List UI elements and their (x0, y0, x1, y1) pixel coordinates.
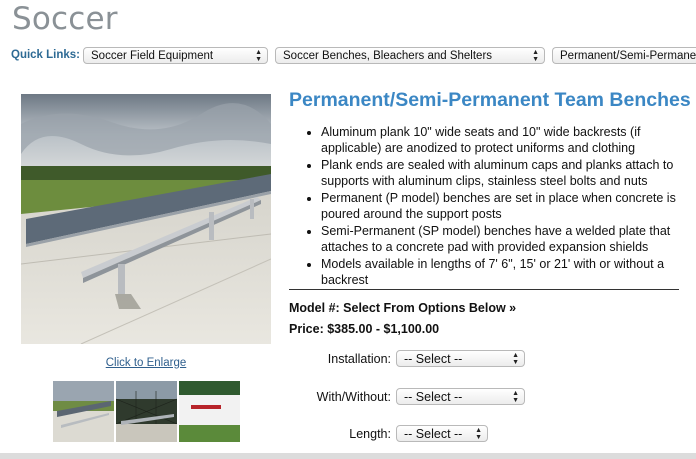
select-arrows-icon: ▲ ▼ (512, 390, 519, 404)
select-arrows-icon: ▲ ▼ (532, 49, 539, 63)
thumbnail-2[interactable] (116, 381, 177, 442)
product-heading: Permanent/Semi-Permanent Team Benches (289, 89, 691, 111)
bench-fence-photo-icon (116, 381, 177, 442)
feature-item: Aluminum plank 10" wide seats and 10" wi… (321, 125, 679, 156)
installation-label: Installation: (327, 352, 391, 366)
thumbnail-3[interactable] (179, 381, 240, 442)
subcategory-select[interactable]: Soccer Benches, Bleachers and Shelters ▲… (275, 47, 545, 64)
bench-photo-icon (21, 94, 271, 344)
category-select[interactable]: Soccer Field Equipment ▲ ▼ (83, 47, 268, 64)
feature-list: Aluminum plank 10" wide seats and 10" wi… (289, 125, 679, 290)
feature-item: Semi-Permanent (SP model) benches have a… (321, 224, 679, 255)
bench-side-photo-icon (53, 381, 114, 442)
category-select-value: Soccer Field Equipment (91, 50, 214, 62)
select-arrows-icon: ▲ ▼ (475, 427, 482, 441)
feature-item: Models available in lengths of 7' 6", 15… (321, 257, 679, 288)
quick-links-label: Quick Links: (11, 49, 81, 61)
feature-item: Plank ends are sealed with aluminum caps… (321, 158, 679, 189)
quick-links-bar: Quick Links: Soccer Field Equipment ▲ ▼ S… (10, 47, 696, 67)
length-label: Length: (349, 427, 391, 441)
installation-select-value: -- Select -- (404, 352, 463, 366)
product-select-value: Permanent/Semi-Permanent Team Benches (560, 50, 696, 62)
length-select[interactable]: -- Select -- ▲ ▼ (396, 425, 488, 442)
select-arrows-icon: ▲ ▼ (512, 352, 519, 366)
with-without-select[interactable]: -- Select -- ▲ ▼ (396, 388, 525, 405)
product-select[interactable]: Permanent/Semi-Permanent Team Benches (552, 47, 696, 64)
with-without-select-value: -- Select -- (404, 390, 463, 404)
main-product-image[interactable] (21, 94, 271, 344)
installation-select[interactable]: -- Select -- ▲ ▼ (396, 350, 525, 367)
thumbnail-1[interactable] (53, 381, 114, 442)
page-title: Soccer (12, 1, 118, 37)
click-to-enlarge-link[interactable]: Click to Enlarge (21, 357, 271, 369)
bottom-border (0, 453, 696, 459)
with-without-label: With/Without: (316, 390, 391, 404)
price-line: Price: $385.00 - $1,100.00 (289, 322, 440, 336)
length-select-value: -- Select -- (404, 427, 463, 441)
divider (289, 289, 679, 290)
select-arrows-icon: ▲ ▼ (255, 49, 262, 63)
subcategory-select-value: Soccer Benches, Bleachers and Shelters (283, 50, 493, 62)
bench-logo-photo-icon (179, 381, 240, 442)
model-number-line: Model #: Select From Options Below » (289, 301, 517, 315)
feature-item: Permanent (P model) benches are set in p… (321, 191, 679, 222)
